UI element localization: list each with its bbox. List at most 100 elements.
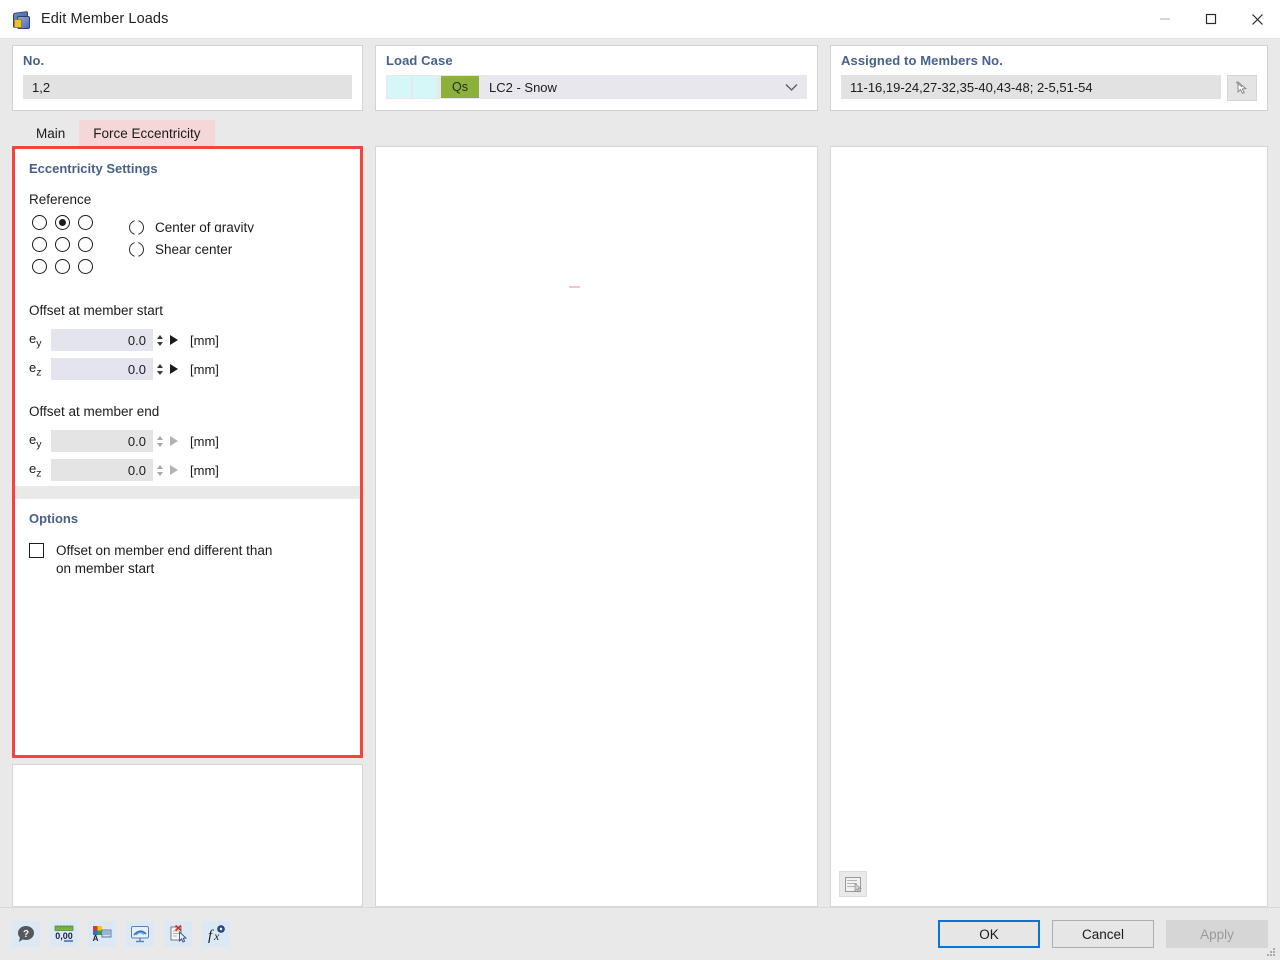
no-label: No. [23,53,45,68]
dialog-buttons: OK Cancel Apply [938,920,1268,948]
reference-option-label: Center of gravity [155,219,255,235]
tab-bar: Main Force Eccentricity [0,111,1280,146]
help-icon[interactable]: ? [12,921,40,947]
offset-start-ez-row: ez 0.0 [mm] [29,356,346,382]
reference-grid-middle-right[interactable] [78,237,93,252]
member-loads-icon [11,9,31,29]
offset-end-ez-expand-icon [170,465,178,475]
load-case-group: Load Case Qs LC2 - Snow [375,45,818,111]
title-bar: Edit Member Loads [0,0,1280,39]
load-case-color-swatch-1 [387,76,411,98]
offset-end-ez-unit: [mm] [190,462,219,478]
section-divider [15,486,360,499]
reference-option-shear-center[interactable]: Shear center [129,238,254,260]
cursor-overlay-icon [854,883,862,893]
options-title: Options [29,511,79,526]
radio-icon [129,220,144,235]
svg-text:A: A [93,934,99,943]
checkbox-icon[interactable] [29,543,44,558]
assigned-members-group: Assigned to Members No. 11-16,19-24,27-3… [830,45,1268,111]
offset-start-ey-unit: [mm] [190,332,219,348]
offset-end-ey-expand-icon [170,436,178,446]
dialog-body: Eccentricity Settings Reference Center o… [0,146,1280,907]
left-column: Eccentricity Settings Reference Center o… [12,146,363,907]
assigned-members-label: Assigned to Members No. [841,53,1003,68]
ok-button[interactable]: OK [938,920,1040,948]
reference-grid-top-left[interactable] [32,215,47,230]
middle-column [375,146,818,907]
window-title: Edit Member Loads [41,11,169,27]
eccentricity-settings-title: Eccentricity Settings [29,161,158,176]
offset-start-ez-input[interactable]: 0.0 [51,358,153,380]
svg-text:0,00: 0,00 [55,931,73,941]
delete-load-icon[interactable] [164,921,192,947]
offset-start-ez-unit: [mm] [190,361,219,377]
resize-grip[interactable] [1266,947,1276,957]
minimize-button[interactable] [1142,0,1188,38]
preview-marker [569,286,580,288]
select-cursor-icon[interactable] [1227,75,1257,101]
svg-text:?: ? [23,929,29,940]
assigned-members-input[interactable]: 11-16,19-24,27-32,35-40,43-48; 2-5,51-54 [841,75,1221,99]
tab-force-eccentricity[interactable]: Force Eccentricity [79,120,215,146]
offset-end-ey-label: ey [29,431,42,451]
offset-start-ey-expand-icon[interactable] [170,335,178,345]
offset-end-title: Offset at member end [29,404,160,419]
offset-start-ey-label: ey [29,330,42,350]
load-case-label: Load Case [386,53,453,68]
formula-icon[interactable]: f x [202,921,230,947]
footer-bar: ? 0,00 A f x OK Cancel Apply [0,907,1280,960]
cancel-button[interactable]: Cancel [1052,920,1154,948]
radio-icon [129,242,144,257]
offset-at-member-end-group: Offset at member end ey 0.0 [mm] ez 0.0 [29,404,346,483]
offset-start-ez-stepper[interactable] [155,358,165,380]
offset-different-checkbox-row[interactable]: Offset on member end different than on m… [29,542,346,578]
offset-end-ey-stepper [155,430,165,452]
reference-grid-bottom-left[interactable] [32,259,47,274]
offset-end-ez-input: 0.0 [51,459,153,481]
offset-different-checkbox-label: Offset on member end different than on m… [56,543,273,576]
offset-start-title: Offset at member start [29,303,164,318]
offset-start-ez-label: ez [29,359,42,379]
reference-grid-top-center[interactable] [55,215,70,230]
reference-grid-middle-center[interactable] [55,237,70,252]
reference-grid [32,215,101,281]
no-input[interactable]: 1,2 [23,75,352,99]
left-lower-panel [12,764,363,907]
eccentricity-settings-panel: Eccentricity Settings Reference Center o… [12,146,363,758]
preview-panel[interactable] [375,146,818,907]
header-row: No. 1,2 Load Case Qs LC2 - Snow Assigned… [0,39,1280,111]
offset-end-ey-input: 0.0 [51,430,153,452]
offset-end-ey-unit: [mm] [190,433,219,449]
edit-member-loads-dialog: Edit Member Loads No. 1,2 Load Case Qs L… [0,0,1280,960]
maximize-button[interactable] [1188,0,1234,38]
offset-start-ez-expand-icon[interactable] [170,364,178,374]
offset-start-ey-stepper[interactable] [155,329,165,351]
load-case-combo[interactable]: Qs LC2 - Snow [386,75,807,99]
graphic-panel[interactable] [830,146,1268,907]
offset-end-ez-row: ez 0.0 [mm] [29,457,346,483]
reference-grid-top-right[interactable] [78,215,93,230]
copy-to-clipboard-icon[interactable] [839,871,867,897]
reference-grid-bottom-right[interactable] [78,259,93,274]
offset-start-ey-input[interactable]: 0.0 [51,329,153,351]
footer-tool-group: ? 0,00 A f x [12,921,230,947]
options-panel: Options Offset on member end different t… [15,499,360,755]
chevron-down-icon[interactable] [785,83,798,92]
no-group: No. 1,2 [12,45,363,111]
reference-grid-middle-left[interactable] [32,237,47,252]
offset-start-ey-row: ey 0.0 [mm] [29,327,346,353]
close-button[interactable] [1234,0,1280,38]
load-case-value: LC2 - Snow [489,79,557,95]
offset-end-ey-row: ey 0.0 [mm] [29,428,346,454]
units-icon[interactable]: 0,00 [50,921,78,947]
window-controls [1142,0,1280,38]
tab-main[interactable]: Main [22,120,79,146]
offset-end-ez-label: ez [29,460,42,480]
reference-option-center-of-gravity[interactable]: Center of gravity [129,216,254,238]
right-column [830,146,1268,907]
display-properties-icon[interactable]: A [88,921,116,947]
visibility-icon[interactable] [126,921,154,947]
reference-grid-bottom-center[interactable] [55,259,70,274]
load-case-color-swatch-2 [413,76,437,98]
